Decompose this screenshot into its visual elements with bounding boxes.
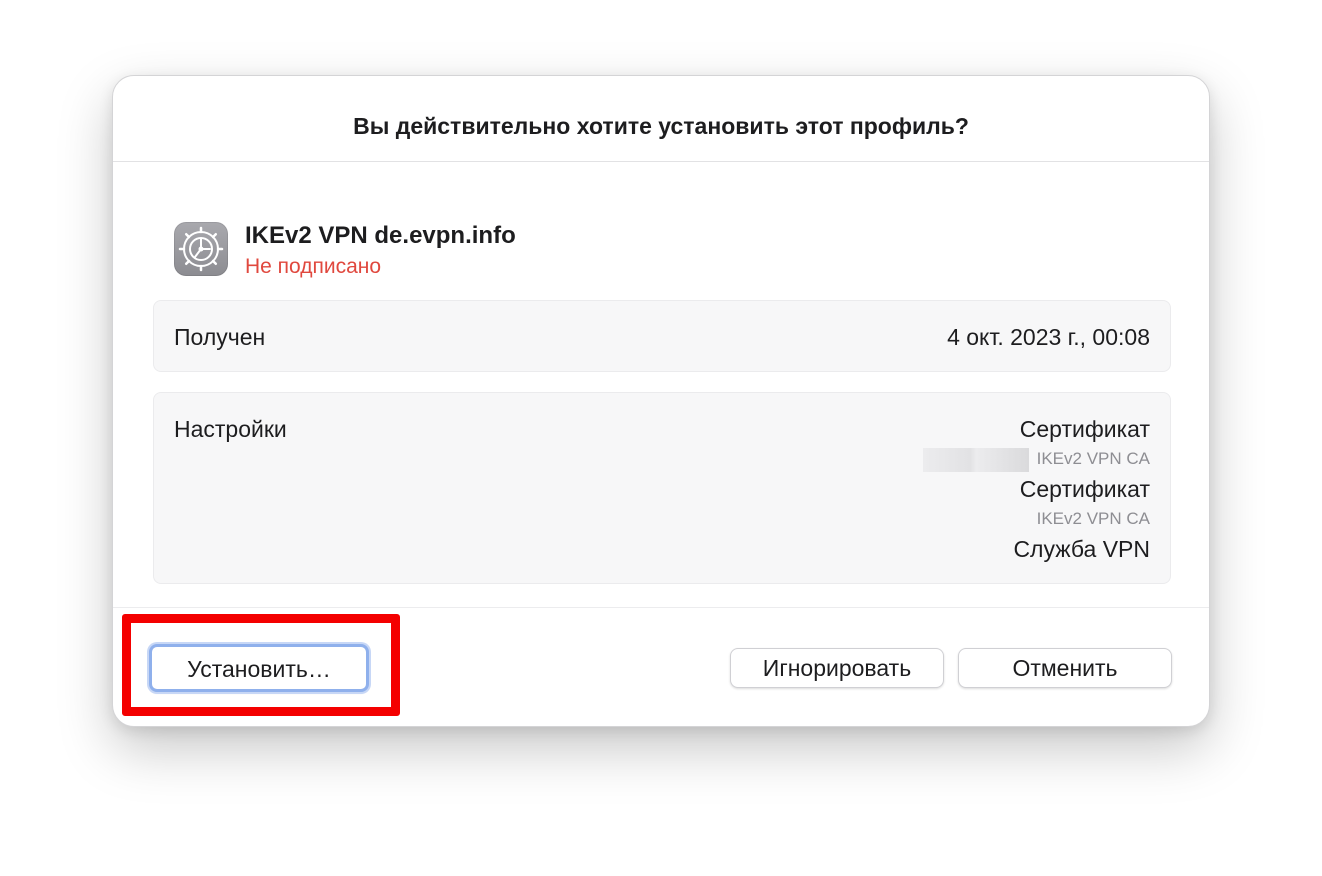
profile-name: IKEv2 VPN de.evpn.info <box>245 222 516 249</box>
settings-item-vpn-service: Служба VPN <box>1013 536 1150 562</box>
settings-item-certificate-1: Сертификат <box>1019 416 1150 442</box>
received-row: Получен 4 окт. 2023 г., 00:08 <box>153 300 1171 372</box>
settings-item-certificate-2-subtitle: IKEv2 VPN CA <box>1036 509 1150 528</box>
received-date: 4 окт. 2023 г., 00:08 <box>947 324 1150 350</box>
footer-divider <box>113 607 1209 608</box>
settings-list: Сертификат IKEv2 VPN CA Сертификат IKEv2… <box>922 414 1150 564</box>
received-label: Получен <box>174 324 266 350</box>
cancel-button[interactable]: Отменить <box>958 648 1172 688</box>
install-button[interactable]: Установить… <box>149 644 369 692</box>
settings-label: Настройки <box>174 416 287 442</box>
settings-item-certificate-1-subtitle: IKEv2 VPN CA <box>1036 449 1150 468</box>
settings-section: Настройки Сертификат IKEv2 VPN CA Сертиф… <box>153 392 1171 584</box>
ignore-button[interactable]: Игнорировать <box>730 648 944 688</box>
dialog-header: Вы действительно хотите установить этот … <box>113 76 1209 162</box>
redacted-text <box>922 447 1029 472</box>
settings-item-certificate-2: Сертификат <box>1019 476 1150 502</box>
dialog-title: Вы действительно хотите установить этот … <box>353 113 969 139</box>
settings-gear-icon <box>174 222 228 276</box>
install-profile-dialog: Вы действительно хотите установить этот … <box>112 75 1210 727</box>
profile-signature-status: Не подписано <box>245 255 382 278</box>
settings-item-certificate-1-issuer: IKEv2 VPN CA <box>922 444 1150 474</box>
